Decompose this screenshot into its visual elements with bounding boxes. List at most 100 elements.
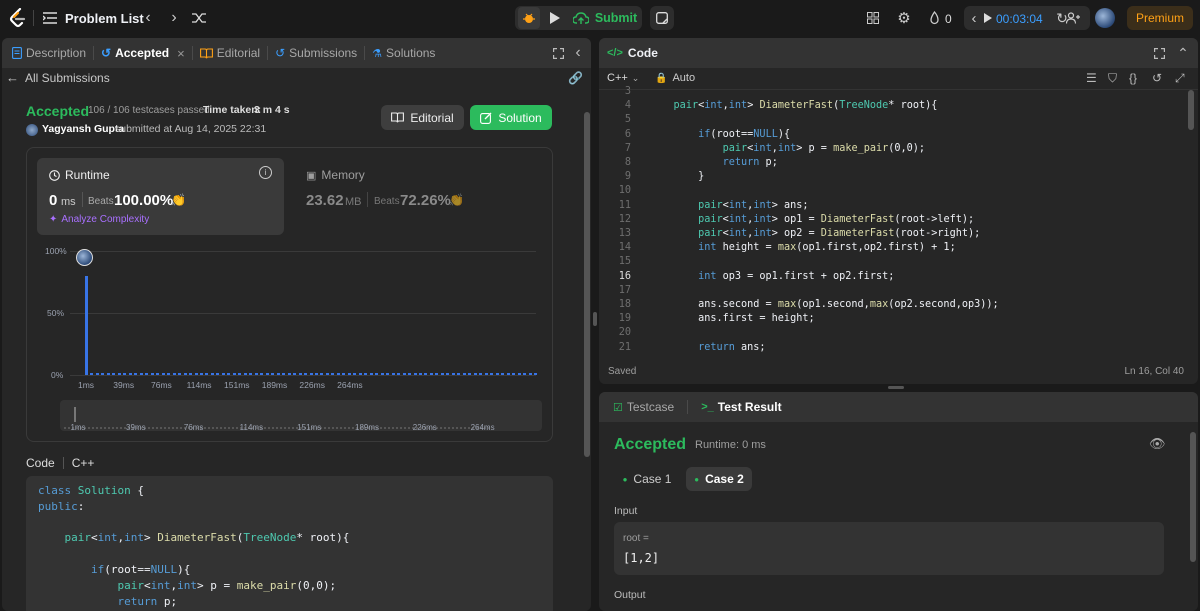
code-editor[interactable]: 3 4 pair<int,int> DiameterFast(TreeNode* …	[599, 86, 1198, 354]
chart-bar[interactable]	[419, 373, 422, 375]
chart-bar[interactable]	[243, 373, 247, 375]
case-2-tab[interactable]: ● Case 2	[686, 467, 752, 491]
chart-bar[interactable]	[369, 373, 373, 375]
editor-scrollbar[interactable]	[1188, 90, 1194, 130]
chart-bar[interactable]	[221, 373, 225, 375]
chart-bar[interactable]	[293, 373, 297, 375]
chart-bar[interactable]	[358, 373, 362, 375]
chart-bar[interactable]	[167, 373, 171, 375]
chevron-left-icon[interactable]: ‹	[140, 9, 156, 26]
add-friend-icon[interactable]	[1064, 9, 1082, 27]
chart-bar[interactable]	[205, 373, 209, 375]
premium-button[interactable]: Premium	[1127, 6, 1193, 30]
chart-bar[interactable]	[128, 373, 132, 375]
chart-bar[interactable]	[145, 373, 149, 375]
chart-bar[interactable]	[117, 373, 121, 375]
chart-bar[interactable]	[232, 373, 236, 375]
chart-bar[interactable]	[375, 373, 379, 375]
chart-bar[interactable]	[342, 373, 346, 375]
chart-bar[interactable]	[440, 373, 444, 375]
chart-bar[interactable]	[402, 373, 406, 375]
timer-collapse-icon[interactable]: ‹	[968, 8, 980, 28]
submit-button[interactable]: Submit	[569, 7, 641, 29]
chart-bar[interactable]	[194, 373, 198, 375]
chart-bar[interactable]	[413, 373, 417, 375]
chart-bar[interactable]	[238, 373, 242, 375]
chart-bar[interactable]	[85, 275, 88, 375]
horizontal-splitter[interactable]	[888, 386, 904, 389]
chart-bar[interactable]	[468, 373, 472, 375]
chart-bar[interactable]	[347, 373, 351, 375]
scrubber-handle[interactable]	[74, 407, 76, 422]
eye-icon[interactable]: 👁	[1149, 436, 1166, 452]
problem-list-link[interactable]: Problem List	[65, 11, 144, 26]
chart-bar[interactable]	[106, 373, 110, 375]
chart-bar[interactable]	[112, 373, 116, 375]
chart-bar[interactable]	[429, 373, 433, 375]
chart-bar[interactable]	[331, 373, 335, 375]
chart-bar[interactable]	[523, 373, 527, 375]
chart-bar[interactable]	[314, 373, 318, 375]
chart-bar[interactable]	[156, 373, 160, 375]
settings-icon[interactable]: ⚙	[896, 10, 912, 27]
notes-icon[interactable]	[650, 6, 674, 30]
chart-bar[interactable]	[210, 373, 214, 375]
scrollbar-thumb[interactable]	[584, 112, 590, 457]
avatar[interactable]	[1095, 8, 1115, 28]
chart-bar[interactable]	[380, 373, 384, 375]
shuffle-icon[interactable]	[191, 10, 207, 26]
chart-bar[interactable]	[336, 373, 340, 375]
reset-icon[interactable]: ↺	[1152, 71, 1162, 85]
chart-bar[interactable]	[161, 373, 165, 375]
chart-bar[interactable]	[435, 373, 439, 375]
chart-bar[interactable]	[282, 373, 286, 375]
chart-bar[interactable]	[325, 373, 329, 375]
timer-play-icon[interactable]	[983, 13, 993, 23]
tab-testcase[interactable]: ☑ Testcase	[609, 392, 678, 422]
chart-bar[interactable]	[199, 373, 203, 375]
chart-bar[interactable]	[304, 373, 308, 375]
chart-bar[interactable]	[501, 373, 505, 375]
chart-bar[interactable]	[178, 373, 182, 375]
chart-bar[interactable]	[490, 373, 494, 375]
chart-bar[interactable]	[495, 373, 499, 375]
fullscreen-icon[interactable]: ⤢	[1175, 71, 1185, 86]
chart-bar[interactable]	[391, 373, 395, 375]
chart-bar[interactable]	[298, 373, 302, 375]
layout-icon[interactable]	[865, 10, 881, 26]
chart-bar[interactable]	[90, 373, 94, 375]
format-icon[interactable]: ☰	[1086, 71, 1097, 85]
chart-bar[interactable]	[506, 373, 510, 375]
chart-bar[interactable]	[276, 373, 280, 375]
chart-bar[interactable]	[397, 373, 401, 375]
chart-bar[interactable]	[451, 373, 455, 375]
chart-bar[interactable]	[309, 373, 313, 375]
chart-bar[interactable]	[517, 373, 521, 375]
chart-bar[interactable]	[534, 373, 537, 375]
bookmark-icon[interactable]: ⛉	[1108, 71, 1117, 86]
autocomplete-toggle[interactable]: 🔒 Auto	[655, 72, 695, 84]
chart-bar[interactable]	[320, 373, 324, 375]
chart-bar[interactable]	[260, 373, 264, 375]
debug-icon[interactable]	[518, 7, 540, 29]
chart-bar[interactable]	[528, 373, 532, 375]
chart-bar[interactable]	[150, 373, 154, 375]
chart-bar[interactable]	[353, 373, 357, 375]
chart-bar[interactable]	[446, 373, 450, 375]
chart-bar[interactable]	[254, 373, 258, 375]
streak-fire-icon[interactable]	[926, 10, 942, 26]
maximize-icon[interactable]	[1152, 46, 1166, 60]
chart-bar[interactable]	[95, 373, 99, 375]
vertical-splitter[interactable]	[593, 312, 597, 326]
chevron-up-icon[interactable]: ⌃	[1176, 44, 1190, 62]
chart-bar[interactable]	[139, 373, 143, 375]
chart-bar[interactable]	[424, 373, 428, 375]
chart-bar[interactable]	[408, 373, 412, 375]
chart-bar[interactable]	[249, 373, 253, 375]
result-scrollbar[interactable]	[1190, 432, 1196, 562]
chart-bar[interactable]	[462, 373, 466, 375]
list-icon[interactable]	[42, 10, 58, 26]
chart-bar[interactable]	[473, 373, 477, 375]
case-1-tab[interactable]: ● Case 1	[614, 467, 680, 491]
braces-icon[interactable]: {}	[1129, 71, 1137, 85]
